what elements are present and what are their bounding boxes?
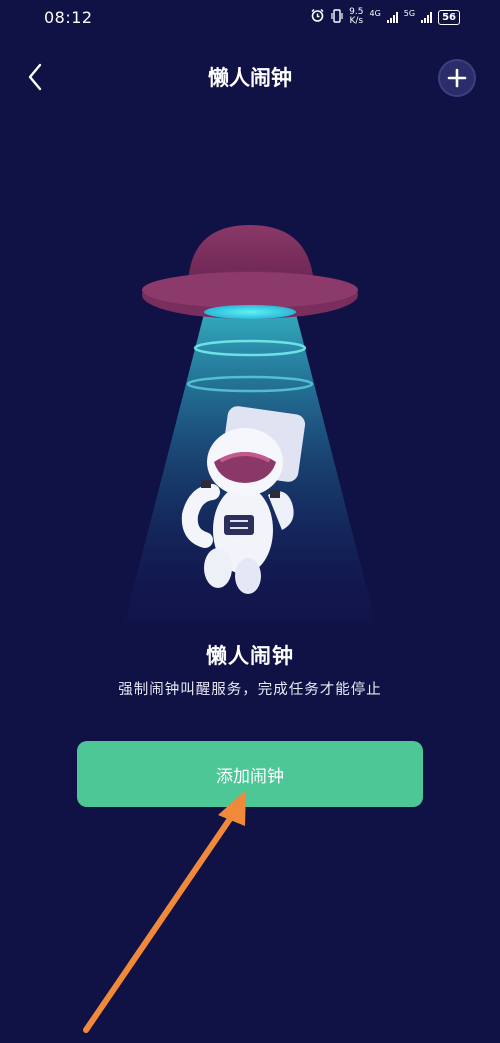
network-speed-unit: K/s: [349, 16, 364, 26]
ufo: [142, 225, 358, 319]
signal-1-label: 4G: [369, 8, 381, 18]
battery-icon: 56: [438, 9, 460, 25]
ufo-astronaut-illustration: [120, 225, 380, 640]
network-speed: 9.5 K/s: [349, 8, 363, 26]
page-title: 懒人闹钟: [208, 66, 292, 90]
add-alarm-button[interactable]: 添加闹钟: [77, 741, 423, 807]
vibrate-icon: [331, 8, 343, 26]
signal-2-icon: [421, 11, 433, 23]
status-bar: 08:12 9.5 K/s 4G 5G 56: [0, 0, 500, 34]
feature-description: 强制闹钟叫醒服务，完成任务才能停止: [118, 682, 382, 698]
header: 懒人闹钟: [0, 44, 500, 110]
add-alarm-header-button[interactable]: [438, 59, 476, 97]
status-time: 08:12: [44, 8, 93, 27]
plus-icon: [447, 68, 467, 88]
status-icons: 9.5 K/s 4G 5G 56: [310, 6, 460, 28]
feature-title: 懒人闹钟: [206, 644, 294, 668]
signal-1-icon: [386, 11, 398, 23]
alarm-icon: [310, 8, 325, 26]
signal-2-label: 5G: [403, 8, 416, 18]
